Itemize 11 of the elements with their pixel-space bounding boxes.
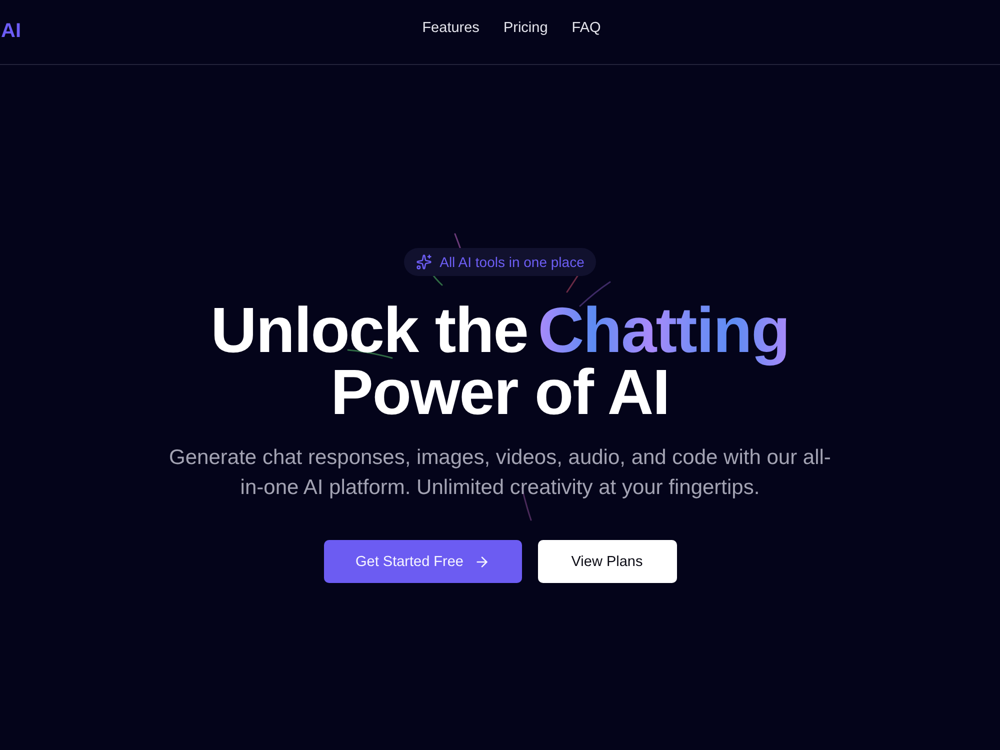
hero-heading: Unlock the Chatting Power of AI — [210, 299, 790, 423]
nav-link[interactable]: FAQ — [572, 20, 601, 36]
sparkles-icon — [416, 254, 432, 270]
logo[interactable]: AI — [0, 20, 21, 43]
badge-text: All AI tools in one place — [440, 254, 584, 270]
nav-link[interactable]: Pricing — [503, 20, 548, 36]
nav-link[interactable]: Features — [422, 20, 480, 36]
arrow-right-icon — [474, 554, 490, 570]
view-plans-button[interactable]: View Plans — [538, 540, 676, 583]
get-started-button[interactable]: Get Started Free — [324, 540, 522, 583]
hero-subtitle: Generate chat responses, images, videos, audio, and code with our all-in-one AI platform. Unlimited creativity at your fingertips. — [168, 445, 832, 501]
